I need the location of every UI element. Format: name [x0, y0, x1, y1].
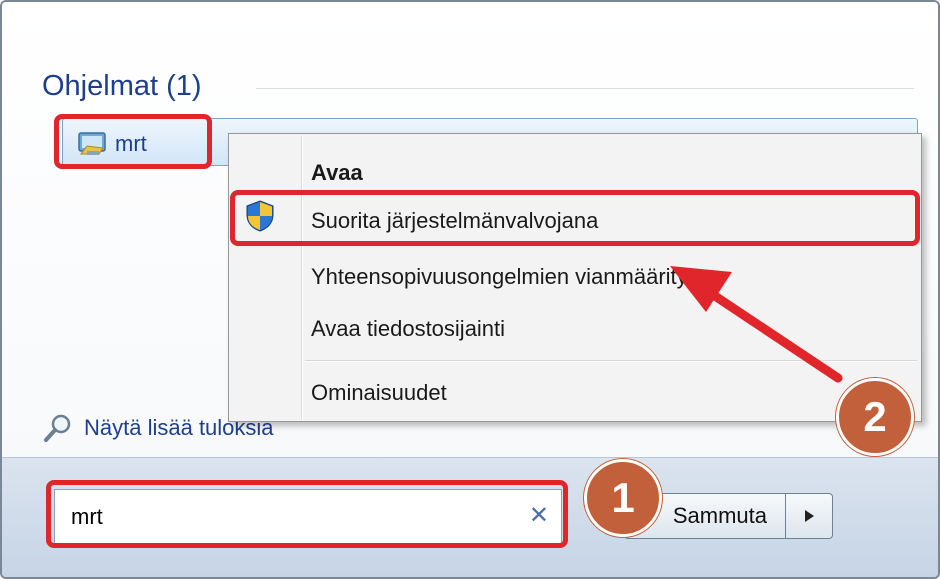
menu-item-properties[interactable]: Ominaisuudet: [311, 380, 447, 406]
menu-separator: [305, 360, 917, 361]
menu-item-troubleshoot-compatibility[interactable]: Yhteensopivuusongelmien vianmääritys: [311, 264, 699, 290]
highlight-run-as-admin: [230, 190, 920, 246]
context-menu: Avaa Suorita järjestelmänvalvojana Yhtee…: [228, 133, 922, 422]
step-badge-1: 1: [584, 459, 662, 537]
step-badge-2: 2: [836, 378, 914, 456]
menu-item-open[interactable]: Avaa: [311, 160, 363, 186]
highlight-search-box: [46, 480, 568, 548]
highlight-program-item: [54, 114, 212, 169]
shutdown-options-triangle-right-icon[interactable]: [785, 493, 833, 539]
shutdown-label: Sammuta: [672, 503, 767, 528]
section-header-programs: Ohjelmat (1): [42, 70, 202, 102]
menu-item-open-file-location[interactable]: Avaa tiedostosijainti: [311, 316, 505, 342]
menu-icon-gutter: [301, 136, 302, 419]
section-divider: [256, 88, 914, 89]
magnifier-icon: [44, 414, 71, 442]
